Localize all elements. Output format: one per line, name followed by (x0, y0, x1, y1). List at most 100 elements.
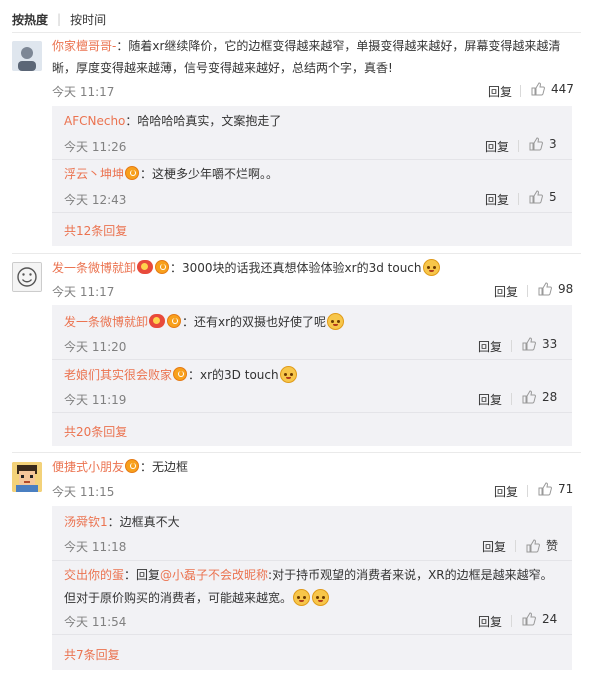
comment-time: 今天 11:15 (52, 485, 115, 499)
reply-list: 汤舜钦1：边框真不大 今天 11:18 回复 赞 交出你的蛋：回复@小磊子不会改… (52, 506, 572, 670)
like-label: 赞 (546, 539, 559, 553)
thumbs-up-icon (538, 482, 552, 496)
comment-divider (12, 253, 581, 254)
like-count: 3 (549, 137, 557, 151)
reply-divider (52, 212, 572, 213)
reply-username[interactable]: 浮云丶坤坤 (64, 167, 124, 181)
action-separator (511, 615, 512, 627)
fan-badge-icon (137, 260, 154, 274)
reply-divider (52, 634, 572, 635)
reply-time: 今天 11:26 (64, 140, 127, 154)
smiley-avatar-icon (13, 263, 41, 291)
thumbs-up-icon (522, 337, 536, 351)
reply-button[interactable]: 回复 (478, 613, 502, 630)
comment-username[interactable]: 你家檀哥哥- (52, 39, 116, 53)
action-separator (518, 193, 519, 205)
sort-by-time[interactable]: 按时间 (70, 11, 106, 28)
action-separator (520, 85, 521, 97)
reply-username[interactable]: 发一条微博就卸 (64, 315, 148, 329)
reply-divider (52, 359, 572, 360)
like-button[interactable]: 447 (531, 82, 574, 96)
like-button[interactable]: 71 (538, 482, 573, 496)
reply-text: 发一条微博就卸 ：还有xr的双摄也好使了呢 (64, 312, 345, 333)
doge-emoji-icon (279, 366, 297, 383)
avatar[interactable] (12, 41, 42, 71)
verified-badge-icon (125, 459, 140, 473)
reply-list: 发一条微博就卸 ：还有xr的双摄也好使了呢 今天 11:20 回复 33 老娘们其… (52, 305, 572, 446)
verified-badge-icon (173, 367, 188, 381)
reply-button[interactable]: 回复 (494, 483, 518, 500)
like-button[interactable]: 28 (522, 390, 557, 404)
action-separator (511, 340, 512, 352)
like-button[interactable]: 5 (529, 190, 557, 204)
reply-divider (52, 159, 572, 160)
reply-time: 今天 11:54 (64, 615, 127, 629)
like-button[interactable]: 赞 (526, 537, 558, 554)
sort-separator: | (57, 12, 62, 26)
reply-text: 浮云丶坤坤 ：这梗多少年嚼不烂啊。。 (64, 166, 279, 181)
thumbs-up-icon (531, 82, 545, 96)
reply-button[interactable]: 回复 (485, 191, 509, 208)
comment-text-continued: 晰，厚度变得越来越薄，信号变得越来越好，总结两个字，真香! (52, 61, 393, 75)
thumbs-up-icon (538, 282, 552, 296)
reply-button[interactable]: 回复 (488, 83, 512, 100)
reply-button[interactable]: 回复 (485, 138, 509, 155)
thumbs-up-icon (526, 538, 540, 552)
reply-divider (52, 560, 572, 561)
reply-time: 今天 11:18 (64, 540, 127, 554)
reply-time: 今天 11:20 (64, 340, 127, 354)
thumbs-up-icon (522, 612, 536, 626)
reply-list: AFCNecho：哈哈哈哈真实，文案抱走了 今天 11:26 回复 3 浮云丶坤… (52, 106, 572, 246)
cartoon-avatar-icon (12, 462, 42, 492)
more-replies-link[interactable]: 共20条回复 (64, 423, 127, 440)
reply-text: AFCNecho：哈哈哈哈真实，文案抱走了 (64, 114, 282, 128)
more-replies-link[interactable]: 共7条回复 (64, 646, 120, 663)
like-count: 24 (542, 612, 558, 626)
doge-emoji-icon (422, 259, 440, 276)
sort-by-hot[interactable]: 按热度 (12, 11, 48, 28)
reply-button[interactable]: 回复 (478, 391, 502, 408)
like-button[interactable]: 24 (522, 612, 557, 626)
avatar[interactable] (12, 262, 42, 292)
comment-text: 你家檀哥哥-：随着xr继续降价，它的边框变得越来越窄，单摄变得越来越好，屏幕变得… (52, 39, 561, 53)
reply-text: 交出你的蛋：回复@小磊子不会改昵称:对于持币观望的消费者来说，XR的边框是越来越… (64, 568, 553, 582)
reply-button[interactable]: 回复 (482, 538, 506, 555)
mention-link[interactable]: @小磊子不会改昵称 (160, 568, 268, 582)
comment-username[interactable]: 便捷式小朋友 (52, 460, 124, 474)
reply-username[interactable]: 老娘们其实很会败家 (64, 368, 172, 382)
user-avatar-icon (12, 41, 42, 71)
fan-badge-icon (149, 314, 166, 328)
doge-emoji-icon (327, 313, 345, 330)
like-count: 5 (549, 190, 557, 204)
action-separator (515, 540, 516, 552)
sort-divider (12, 32, 581, 33)
doge-emoji-icon (312, 589, 330, 606)
reply-time: 今天 12:43 (64, 193, 127, 207)
thumbs-up-icon (529, 190, 543, 204)
like-button[interactable]: 3 (529, 137, 557, 151)
reply-username[interactable]: 汤舜钦1 (64, 515, 108, 529)
reply-username[interactable]: AFCNecho (64, 114, 125, 128)
verified-badge-icon (167, 314, 182, 328)
comment-time: 今天 11:17 (52, 85, 115, 99)
like-button[interactable]: 33 (522, 337, 557, 351)
reply-divider (52, 412, 572, 413)
reply-text: 汤舜钦1：边框真不大 (64, 515, 180, 529)
action-separator (527, 285, 528, 297)
reply-username[interactable]: 交出你的蛋 (64, 568, 124, 582)
reply-text-continued: 但对于原价购买的消费者，可能越来越宽。 (64, 588, 330, 609)
comment-time: 今天 11:17 (52, 285, 115, 299)
reply-button[interactable]: 回复 (494, 283, 518, 300)
thumbs-up-icon (522, 390, 536, 404)
like-button[interactable]: 98 (538, 282, 573, 296)
verified-badge-icon (155, 260, 170, 274)
sort-bar: 按热度 | 按时间 (12, 10, 106, 28)
like-count: 28 (542, 390, 558, 404)
avatar[interactable] (12, 462, 42, 492)
like-count: 71 (558, 482, 574, 496)
like-count: 33 (542, 337, 558, 351)
more-replies-link[interactable]: 共12条回复 (64, 222, 127, 239)
reply-text: 老娘们其实很会败家 ：xr的3D touch (64, 365, 298, 386)
reply-button[interactable]: 回复 (478, 338, 502, 355)
comment-username[interactable]: 发一条微博就卸 (52, 261, 136, 275)
